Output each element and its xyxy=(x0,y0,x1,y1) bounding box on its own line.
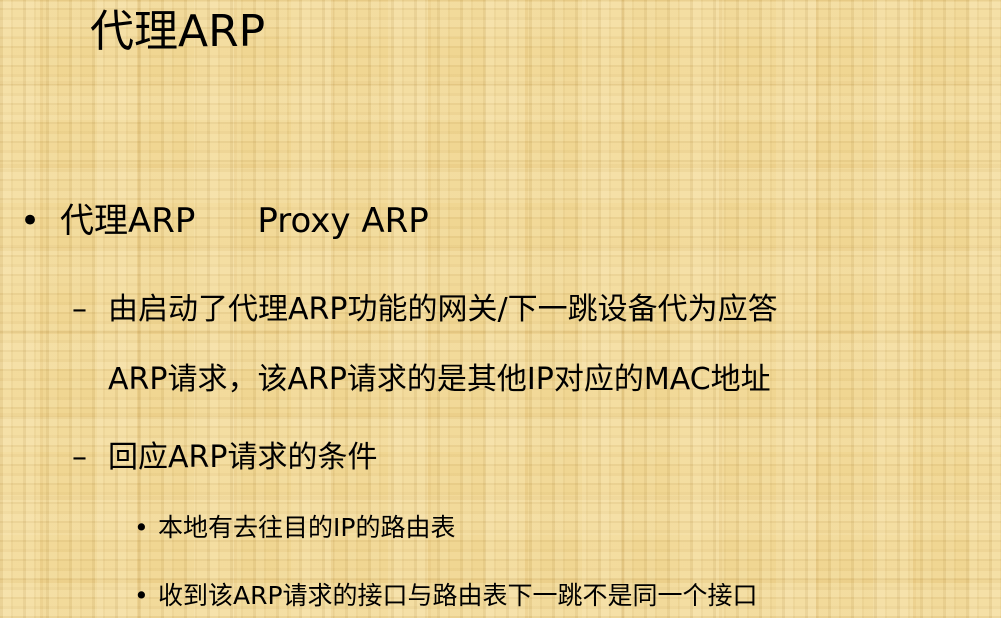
sub-item-line: 由启动了代理ARP功能的网关/下一跳设备代为应答 xyxy=(108,292,778,327)
bullet-label: 代理ARP xyxy=(60,201,196,241)
bullet-marker: • xyxy=(134,581,149,610)
condition-text: 收到该ARP请求的接口与路由表下一跳不是同一个接口 xyxy=(158,581,758,610)
slide: 代理ARP • 代理ARP Proxy ARP – 由启动了代理ARP功能的网关/下… xyxy=(0,0,1001,618)
bullet-english-label: Proxy ARP xyxy=(257,201,429,241)
sub-item-line: ARP请求，该ARP请求的是其他IP对应的MAC地址 xyxy=(108,362,771,397)
condition-item: • 本地有去往目的IP的路由表 xyxy=(134,508,456,548)
sub-item-conditions: – 回应ARP请求的条件 xyxy=(72,432,378,484)
condition-text: 本地有去往目的IP的路由表 xyxy=(158,513,456,542)
sub-item-description-continued: ARP请求，该ARP请求的是其他IP对应的MAC地址 xyxy=(108,354,771,406)
condition-item: • 收到该ARP请求的接口与路由表下一跳不是同一个接口 xyxy=(134,576,758,616)
main-bullet: • 代理ARP Proxy ARP xyxy=(20,196,429,246)
bullet-marker: • xyxy=(134,513,149,542)
sub-item-description: – 由启动了代理ARP功能的网关/下一跳设备代为应答 xyxy=(72,284,778,336)
sub-item-line: 回应ARP请求的条件 xyxy=(108,440,378,475)
dash-marker: – xyxy=(72,292,87,327)
dash-marker: – xyxy=(72,440,87,475)
bullet-marker: • xyxy=(20,201,41,241)
slide-title: 代理ARP xyxy=(90,6,266,57)
